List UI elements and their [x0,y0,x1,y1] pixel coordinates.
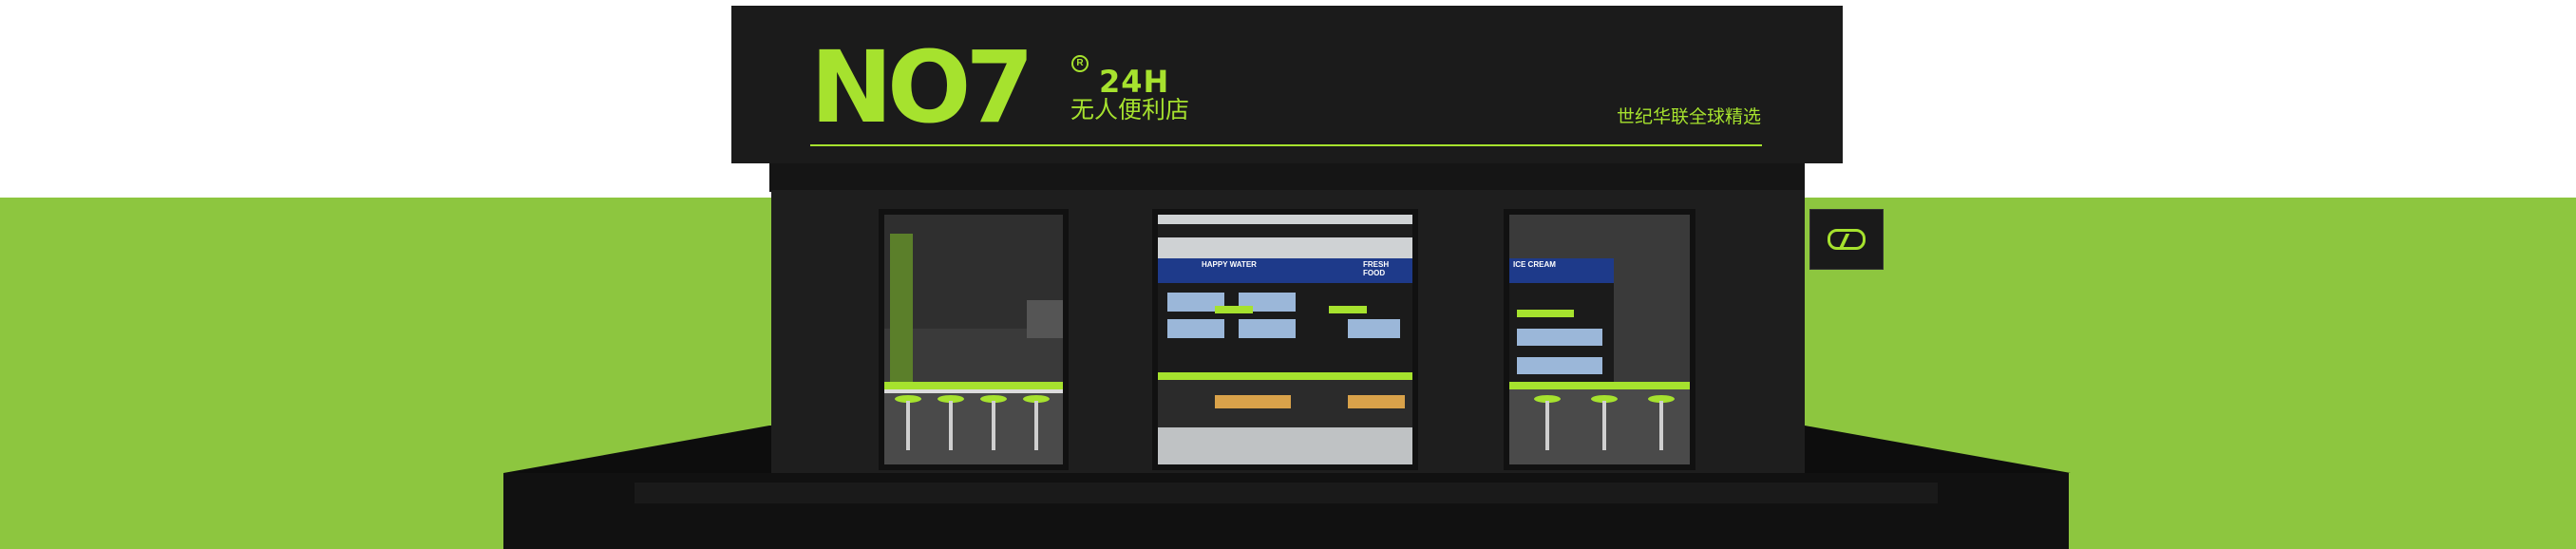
brand-logo: NO7 [810,29,1034,145]
left-window-interior [884,215,1063,464]
fascia-lower-band [769,163,1805,192]
no7-bolt-logo-icon [1828,229,1866,250]
window-center: HAPPY WATER FRESH FOOD [1152,209,1418,470]
shelf-sign-ice-cream: ICE CREAM [1513,260,1556,269]
right-window-interior [1509,215,1690,464]
shelf-sign-fresh-food: FRESH FOOD [1363,260,1390,277]
window-right: ICE CREAM [1504,209,1695,470]
store-slogan: 世纪华联全球精选 [1617,107,1762,127]
store-hours: 24H [1099,64,1170,100]
center-window-interior [1158,215,1412,464]
window-left [879,209,1069,470]
storefront-scene: NO7 R 24H 无人便利店 世纪华联全球精选 HAPPY WATER FRE… [0,0,2576,549]
blade-sign [1809,209,1884,270]
fascia-accent-line [810,144,1762,146]
registered-mark-icon: R [1071,55,1089,72]
store-tagline: 无人便利店 [1070,97,1190,123]
platform-step [635,483,1938,503]
shelf-sign-happy-water: HAPPY WATER [1202,260,1257,269]
